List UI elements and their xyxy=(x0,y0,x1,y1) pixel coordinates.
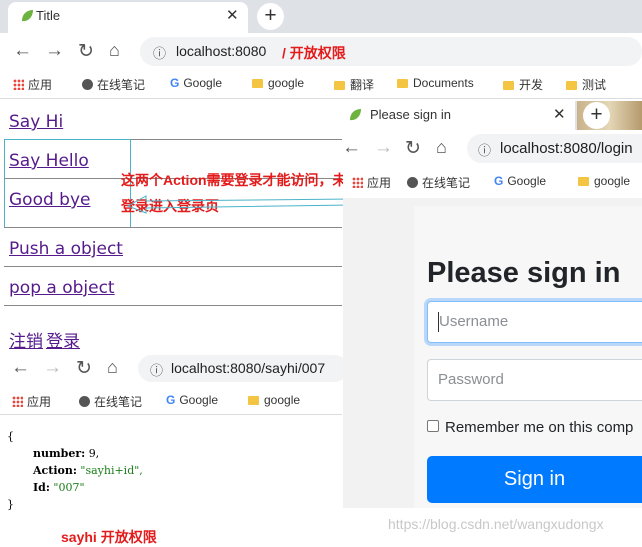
apps-icon xyxy=(352,177,363,188)
sayhi-url: localhost:8080/sayhi/007 xyxy=(171,360,326,376)
folder-icon xyxy=(252,79,263,88)
bookmark-google-folder[interactable]: google xyxy=(248,393,300,407)
forward-icon[interactable]: → xyxy=(43,357,62,379)
bookmark-notes[interactable]: 在线笔记 xyxy=(79,393,142,410)
divider xyxy=(0,414,342,415)
login-link[interactable]: 登录 xyxy=(46,327,80,352)
new-tab-icon[interactable]: + xyxy=(583,102,610,129)
username-input[interactable]: Username xyxy=(427,301,642,343)
arrow-icon xyxy=(126,195,353,214)
text-cursor xyxy=(438,312,439,332)
login-tab-title: Please sign in xyxy=(370,107,451,122)
tab-close-icon[interactable]: ✕ xyxy=(226,6,239,24)
bookmark-google-folder[interactable]: google xyxy=(578,173,642,193)
username-placeholder: Username xyxy=(439,313,509,330)
say-hello-link[interactable]: Say Hello xyxy=(9,151,89,171)
globe-icon xyxy=(82,79,93,90)
folder-icon xyxy=(566,81,577,90)
google-icon: G xyxy=(166,393,176,407)
bookmark-notes[interactable]: 在线笔记 xyxy=(407,174,470,191)
folder-icon xyxy=(578,177,589,186)
home-icon[interactable]: ⌂ xyxy=(109,40,120,61)
bookmark-test[interactable]: 测试 xyxy=(566,76,606,93)
apps-icon xyxy=(12,396,23,407)
reload-icon[interactable]: ↻ xyxy=(76,357,92,380)
back-icon[interactable]: ← xyxy=(13,40,32,62)
bookmark-notes[interactable]: 在线笔记 xyxy=(82,76,145,93)
password-input[interactable]: Password xyxy=(427,359,642,401)
back-icon[interactable]: ← xyxy=(342,137,361,159)
divider xyxy=(4,266,342,267)
forward-icon[interactable]: → xyxy=(45,40,64,62)
json-response: { number: 9, Action: "sayhi+id", Id: "00… xyxy=(7,430,143,511)
annotation-line-1: 这两个Action需要登录才能访问，未 xyxy=(121,172,347,188)
bookmark-google-folder[interactable]: google xyxy=(252,76,304,90)
globe-icon xyxy=(79,396,90,407)
bookmark-apps[interactable]: 应用 xyxy=(352,174,391,191)
bookmark-apps[interactable]: 应用 xyxy=(13,76,52,93)
folder-icon xyxy=(503,81,514,90)
push-object-link[interactable]: Push a object xyxy=(9,239,123,259)
watermark: https://blog.csdn.net/wangxudongx xyxy=(388,516,604,532)
url-text: localhost:8080 xyxy=(176,43,267,59)
new-tab-icon[interactable]: + xyxy=(257,3,284,30)
url-annotation: / 开放权限 xyxy=(282,45,346,61)
remember-me-row[interactable]: Remember me on this comp xyxy=(427,418,642,440)
remember-me-checkbox[interactable] xyxy=(427,420,439,432)
bookmark-google[interactable]: G Google xyxy=(170,76,222,90)
password-placeholder: Password xyxy=(438,371,504,388)
reload-icon[interactable]: ↻ xyxy=(78,40,94,63)
bookmark-documents[interactable]: Documents xyxy=(397,76,474,90)
spring-leaf-icon xyxy=(22,10,33,22)
google-icon: G xyxy=(170,76,180,90)
divider xyxy=(4,305,342,306)
back-icon[interactable]: ← xyxy=(11,357,30,379)
spring-leaf-icon xyxy=(350,109,361,121)
folder-icon xyxy=(397,79,408,88)
bookmark-dev[interactable]: 开发 xyxy=(503,76,543,93)
google-icon: G xyxy=(494,174,504,188)
good-bye-link[interactable]: Good bye xyxy=(9,190,90,210)
bookmark-translate[interactable]: 翻译 xyxy=(334,76,374,93)
apps-icon xyxy=(13,79,24,90)
signin-button[interactable]: Sign in xyxy=(427,456,642,503)
tab-close-icon[interactable]: ✕ xyxy=(553,105,566,123)
info-icon[interactable]: ⓘ xyxy=(150,360,163,379)
info-icon[interactable]: ⓘ xyxy=(478,140,491,159)
globe-icon xyxy=(407,177,418,188)
divider xyxy=(4,227,342,228)
bookmark-google[interactable]: G Google xyxy=(166,393,218,407)
bookmark-apps[interactable]: 应用 xyxy=(12,393,51,410)
home-icon[interactable]: ⌂ xyxy=(107,357,118,378)
forward-icon[interactable]: → xyxy=(374,137,393,159)
login-url: localhost:8080/login xyxy=(500,140,633,157)
pop-object-link[interactable]: pop a object xyxy=(9,278,115,298)
signin-title: Please sign in xyxy=(427,257,621,289)
home-icon[interactable]: ⌂ xyxy=(436,137,447,158)
sayhi-caption: sayhi 开放权限 xyxy=(61,529,157,545)
folder-icon xyxy=(248,396,259,405)
info-icon[interactable]: ⓘ xyxy=(153,43,166,62)
say-hi-link[interactable]: Say Hi xyxy=(9,112,63,132)
bookmark-google[interactable]: G Google xyxy=(494,174,546,188)
reload-icon[interactable]: ↻ xyxy=(405,137,421,160)
tab-title: Title xyxy=(36,8,61,23)
logout-link[interactable]: 注销 xyxy=(9,327,43,352)
folder-icon xyxy=(334,81,345,90)
